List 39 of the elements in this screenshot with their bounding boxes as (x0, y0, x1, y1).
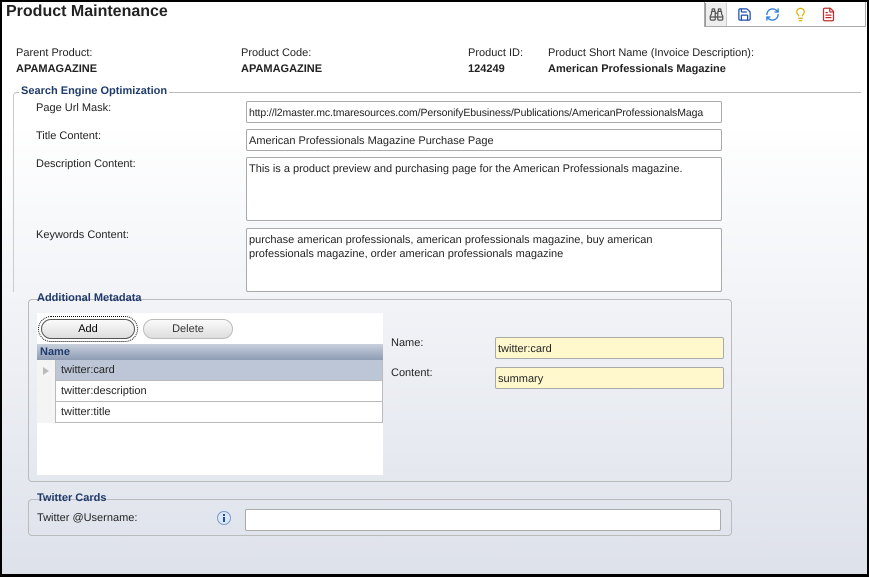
field-label: Product Short Name (Invoice Description): (548, 47, 756, 59)
document-icon (820, 6, 836, 22)
field-label: Description Content: (36, 157, 137, 172)
section-legend: Additional Metadata (35, 292, 144, 304)
input-field[interactable]: twitter:card (495, 337, 724, 359)
input-field[interactable] (245, 509, 721, 531)
add-button[interactable]: Add (41, 319, 135, 339)
field-label: Product Code: (241, 47, 312, 59)
field-value: American Professionals Magazine (548, 63, 727, 75)
delete-button[interactable]: Delete (143, 319, 233, 339)
save-icon (736, 6, 752, 22)
field-label: Twitter @Username: (37, 512, 138, 524)
info-icon[interactable] (217, 511, 231, 525)
grid-row[interactable]: twitter:description (55, 381, 383, 402)
field-value: 124249 (468, 63, 506, 75)
section-legend: Twitter Cards (35, 492, 108, 504)
field-label: Product ID: (468, 47, 524, 59)
row-pointer-icon (43, 366, 49, 374)
grid-row[interactable]: twitter:card (55, 360, 383, 381)
section-legend: Search Engine Optimization (19, 85, 170, 97)
grid-row[interactable]: twitter:title (55, 402, 383, 423)
field-label: Page Url Mask: (36, 101, 112, 116)
text-area[interactable]: This is a product preview and purchasing page for the American Professionals magazine. (246, 157, 722, 221)
input-field[interactable]: American Professionals Magazine Purchase Page (246, 129, 722, 151)
input-field[interactable]: http://l2master.mc.tmaresources.com/PersonifyEbusiness/Publications/AmericanProfessionalsMaga (246, 101, 722, 123)
window-title: Product Maintenance (5, 2, 169, 22)
field-value: APAMAGAZINE (241, 63, 324, 75)
field-value: APAMAGAZINE (16, 63, 98, 75)
text-area[interactable]: purchase american professionals, american professionals magazine, buy american professionals magazine, order american professionals magazine (246, 228, 722, 292)
input-field[interactable]: summary (495, 367, 724, 389)
binoculars-icon (708, 6, 724, 22)
toolbar-button[interactable] (705, 2, 727, 26)
field-label: Name: (391, 337, 424, 351)
field-label: Title Content: (36, 129, 102, 144)
column-header[interactable]: Name (37, 344, 383, 360)
field-label: Keywords Content: (36, 228, 130, 243)
field-label: Content: (391, 367, 434, 381)
field-label: Parent Product: (16, 47, 94, 59)
refresh-icon (764, 6, 780, 22)
